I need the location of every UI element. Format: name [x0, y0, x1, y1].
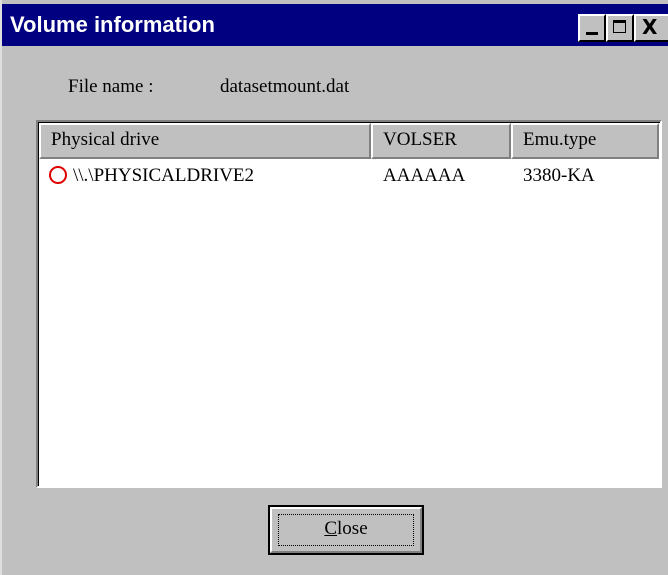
file-name-label: File name :: [68, 76, 154, 97]
physical-drive-text: \\.\PHYSICALDRIVE2: [73, 165, 255, 186]
emu-type-cell: 3380-KA: [523, 165, 595, 186]
maximize-icon: [613, 20, 626, 33]
file-name-value: datasetmount.dat: [220, 76, 350, 97]
maximize-button[interactable]: [606, 14, 634, 42]
column-header-emu-type[interactable]: Emu.type: [511, 123, 659, 159]
minimize-button[interactable]: [578, 14, 606, 42]
close-button[interactable]: Close: [268, 505, 424, 555]
list-item[interactable]: \\.\PHYSICALDRIVE2 AAAAAA 3380-KA: [39, 161, 659, 191]
volser-cell: AAAAAA: [383, 165, 466, 186]
close-icon: X: [642, 15, 658, 39]
close-button-label: Close: [324, 518, 368, 539]
title-bar[interactable]: Volume information X: [2, 4, 668, 46]
window-title: Volume information: [10, 12, 215, 37]
column-header-volser[interactable]: VOLSER: [371, 123, 511, 159]
physical-drive-cell: \\.\PHYSICALDRIVE2: [49, 161, 254, 191]
red-circle-icon: [49, 166, 67, 184]
volume-information-window: Volume information X File name : dataset…: [0, 0, 668, 575]
volume-list[interactable]: Physical drive VOLSER Emu.type \\.\PHYSI…: [36, 120, 662, 488]
title-close-button[interactable]: X: [634, 14, 668, 42]
minimize-icon: [586, 32, 598, 35]
list-header: Physical drive VOLSER Emu.type: [39, 123, 660, 159]
column-header-physical-drive[interactable]: Physical drive: [39, 123, 371, 159]
